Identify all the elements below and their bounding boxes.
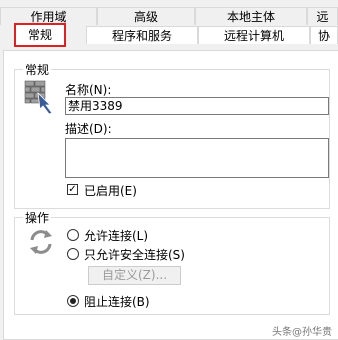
tab-remote-users[interactable]: 远 bbox=[307, 7, 338, 25]
customize-button[interactable]: 自定义(Z)... bbox=[88, 266, 181, 285]
firewall-rule-icon bbox=[24, 80, 53, 115]
allow-connection-label: 允许连接(L) bbox=[84, 229, 149, 243]
tab-advanced[interactable]: 高级 bbox=[97, 7, 195, 25]
enabled-checkbox[interactable]: ✓ bbox=[67, 184, 78, 195]
tab-row-front: 常规 程序和服务 远程计算机 协 bbox=[0, 23, 338, 47]
tab-general[interactable]: 常规 bbox=[14, 23, 66, 47]
block-connection-label: 阻止连接(B) bbox=[84, 295, 150, 309]
watermark-text: 头条@孙华贵 bbox=[272, 327, 332, 338]
allow-secure-connection-radio[interactable] bbox=[67, 248, 79, 260]
action-sync-icon bbox=[30, 230, 52, 254]
tab-protocols-ports[interactable]: 协 bbox=[310, 26, 338, 44]
name-label: 名称(N): bbox=[65, 83, 112, 97]
tab-local-principals[interactable]: 本地主体 bbox=[195, 7, 307, 25]
tab-remote-computers[interactable]: 远程计算机 bbox=[198, 26, 310, 44]
allow-secure-connection-label: 只允许安全连接(S) bbox=[84, 248, 185, 262]
allow-connection-radio[interactable] bbox=[67, 229, 79, 241]
block-connection-radio[interactable] bbox=[67, 295, 79, 307]
description-field[interactable] bbox=[65, 138, 329, 178]
tab-programs-services[interactable]: 程序和服务 bbox=[86, 26, 198, 44]
general-group-label: 常规 bbox=[23, 61, 52, 78]
general-tab-panel: 常规 名称(N): 禁用3389 描述(D): ✓ 已启用(E) 操作 允许连接… bbox=[3, 50, 338, 340]
name-field[interactable]: 禁用3389 bbox=[65, 97, 329, 115]
description-label: 描述(D): bbox=[65, 122, 112, 136]
action-group-label: 操作 bbox=[23, 209, 52, 226]
enabled-label: 已启用(E) bbox=[84, 184, 137, 198]
